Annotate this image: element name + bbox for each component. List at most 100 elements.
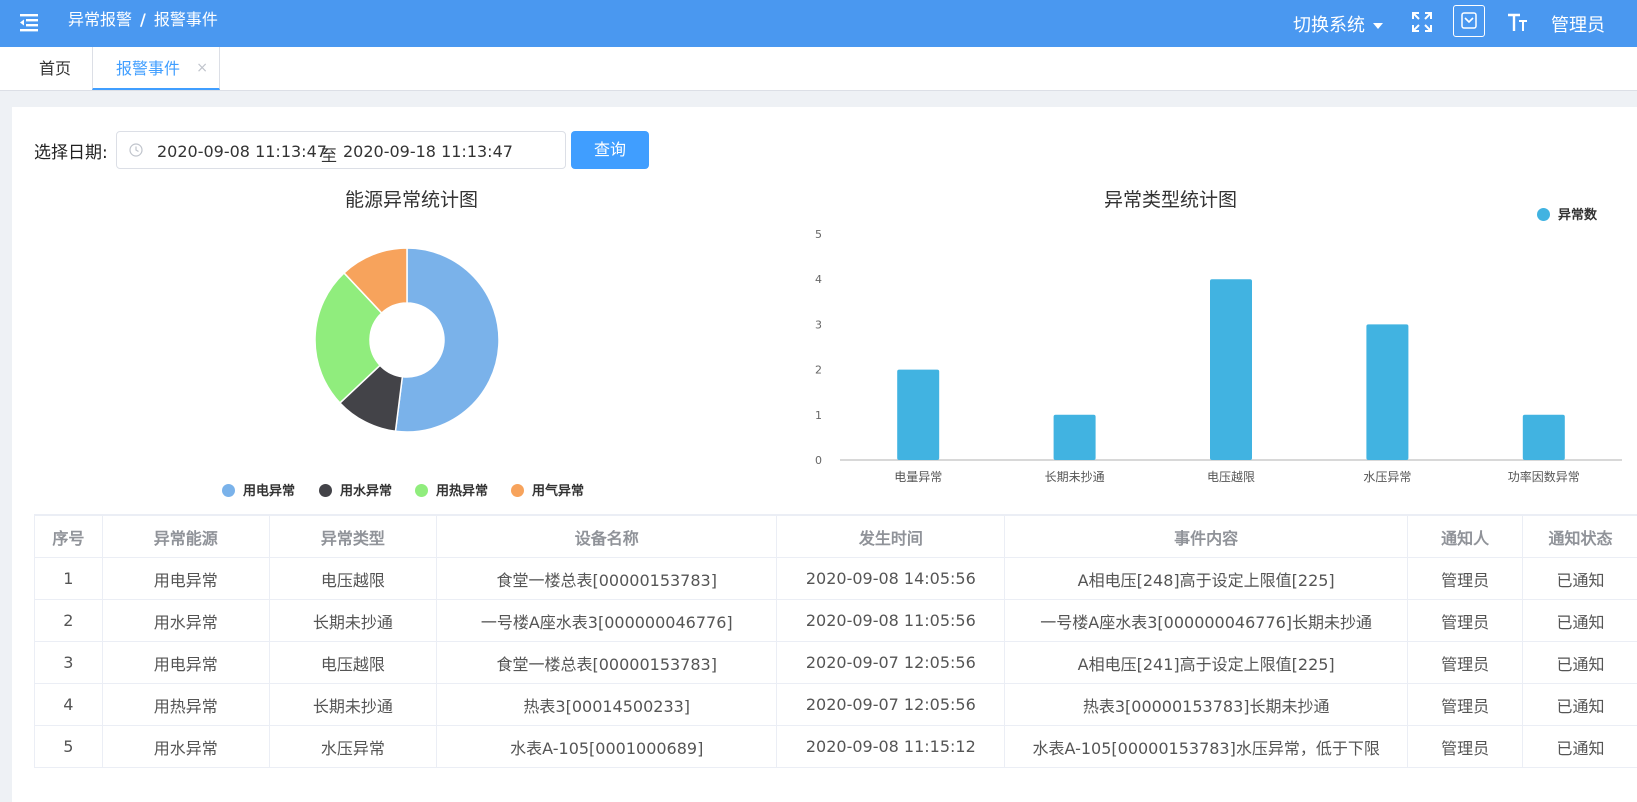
x-tick-label: 水压异常 (1363, 470, 1411, 484)
pie-legend-label: 用热异常 (436, 484, 489, 499)
table-row[interactable]: 4 用热异常 长期未抄通 热表3[00014500233] 2020-09-07 12:… (34, 683, 1637, 726)
table-header: 序号 异常能源 异常类型 设备名称 发生时间 事件内容 通知人 通知状态 (34, 515, 1637, 558)
table-cell: 用电异常 (101, 641, 270, 684)
pie-slice-0[interactable] (394, 247, 500, 433)
table-cell: 2020-09-07 12:05:56 (776, 683, 1006, 726)
table-row[interactable]: 2 用水异常 长期未抄通 一号楼A座水表3[000000046776] 2020-09-… (34, 599, 1637, 642)
column-header[interactable]: 异常能源 (101, 515, 270, 558)
date-range-picker[interactable]: 2020-09-08 11:13:47 至 2020-09-18 11:13:4… (116, 131, 566, 169)
legend-dot (1537, 208, 1550, 221)
date-range-separator: 至 (321, 146, 338, 165)
bar-2[interactable] (1210, 279, 1252, 460)
table-cell: 一号楼A座水表3[000000046776]长期未抄通 (1004, 599, 1409, 642)
legend-dot (415, 484, 428, 497)
pie-legend-item[interactable]: 用水异常 (319, 480, 392, 499)
font-size-icon[interactable] (1506, 11, 1528, 33)
legend-dot (319, 484, 332, 497)
column-header[interactable]: 通知人 (1407, 515, 1524, 558)
table-cell: 热表3[00000153783]长期未抄通 (1004, 683, 1409, 726)
bar-chart-title: 异常类型统计图 (1104, 189, 1238, 211)
x-tick-label: 长期未抄通 (1045, 470, 1105, 484)
tab-bar: 首页 报警事件 × (0, 47, 1637, 91)
table-cell: 管理员 (1407, 683, 1524, 726)
table-cell: 电压越限 (268, 641, 438, 684)
table-cell: 已通知 (1522, 599, 1637, 642)
bar-chart: 0 1 2 3 4 5 电量异常 长期未抄通 电压越限 水压异常 功率因数异常 (815, 228, 1622, 484)
breadcrumb: 异常报警 / 报警事件 (68, 10, 218, 30)
collapse-toggle-button[interactable] (1453, 5, 1485, 37)
column-header[interactable]: 序号 (34, 515, 103, 558)
close-icon[interactable]: × (196, 47, 208, 90)
pie-chart-title: 能源异常统计图 (345, 189, 479, 211)
table-cell: 2020-09-07 12:05:56 (776, 641, 1006, 684)
table-cell: 用水异常 (101, 599, 270, 642)
chevron-down-icon (1461, 12, 1477, 29)
table-cell: 长期未抄通 (268, 683, 438, 726)
y-tick-label: 3 (815, 318, 822, 331)
table-cell: 管理员 (1407, 557, 1524, 600)
table-cell: 管理员 (1407, 725, 1524, 768)
column-header[interactable]: 通知状态 (1522, 515, 1637, 558)
x-tick-label: 电量异常 (894, 470, 942, 484)
table-cell: 管理员 (1407, 599, 1524, 642)
tab-label: 报警事件 (116, 59, 181, 78)
table-row[interactable]: 3 用电异常 电压越限 食堂一楼总表[00000153783] 2020-09-07 1… (34, 641, 1637, 684)
menu-toggle-icon[interactable] (17, 10, 41, 34)
bar-4[interactable] (1522, 414, 1565, 460)
table-cell: 管理员 (1407, 641, 1524, 684)
table-cell: 2020-09-08 14:05:56 (776, 557, 1006, 600)
table-cell: 水表A-105[0001000689] (435, 725, 778, 768)
pie-legend-label: 用气异常 (532, 484, 585, 499)
table-body: 1 用电异常 电压越限 食堂一楼总表[00000153783] 2020-09-08 1… (34, 557, 1637, 768)
table-cell: 用热异常 (101, 683, 270, 726)
breadcrumb-item-parent[interactable]: 异常报警 (68, 10, 132, 29)
y-tick-label: 2 (815, 364, 822, 377)
table-cell: 1 (34, 557, 103, 600)
pie-legend-item[interactable]: 用气异常 (511, 480, 584, 499)
y-tick-label: 5 (815, 228, 822, 241)
query-button[interactable]: 查询 (571, 131, 649, 169)
column-header[interactable]: 发生时间 (776, 515, 1006, 558)
date-end-input[interactable]: 2020-09-18 11:13:47 (343, 142, 513, 161)
table-cell: 4 (34, 683, 103, 726)
column-header[interactable]: 异常类型 (268, 515, 438, 558)
table-cell: 一号楼A座水表3[000000046776] (435, 599, 778, 642)
tab-home[interactable]: 首页 (20, 47, 90, 90)
bar-legend[interactable]: 异常数 (1537, 204, 1597, 223)
bar-3[interactable] (1366, 324, 1409, 460)
x-tick-label: 电压越限 (1207, 470, 1255, 484)
user-menu[interactable]: 管理员 (1551, 11, 1605, 37)
pie-legend-item[interactable]: 用热异常 (415, 480, 488, 499)
y-tick-label: 4 (815, 273, 822, 286)
table-cell: 水压异常 (268, 725, 438, 768)
clock-icon (129, 143, 143, 157)
legend-dot (511, 484, 524, 497)
table-cell: 3 (34, 641, 103, 684)
table-cell: A相电压[241]高于设定上限值[225] (1004, 641, 1409, 684)
bar-legend-label: 异常数 (1558, 208, 1598, 223)
pie-legend-label: 用水异常 (340, 484, 393, 499)
pie-chart (314, 247, 500, 433)
date-start-input[interactable]: 2020-09-08 11:13:47 (157, 142, 327, 161)
table-cell: 用电异常 (101, 557, 270, 600)
pie-legend-item[interactable]: 用电异常 (222, 480, 295, 499)
table-cell: 已通知 (1522, 641, 1637, 684)
date-label: 选择日期: (34, 143, 108, 163)
table-row[interactable]: 1 用电异常 电压越限 食堂一楼总表[00000153783] 2020-09-08 1… (34, 557, 1637, 600)
bar-1[interactable] (1053, 414, 1096, 460)
column-header[interactable]: 事件内容 (1004, 515, 1409, 558)
top-bar: 异常报警 / 报警事件 切换系统 管理员 (0, 0, 1637, 47)
tab-alarm-events[interactable]: 报警事件 × (92, 47, 220, 90)
breadcrumb-separator: / (140, 10, 146, 29)
main-panel: 选择日期: 2020-09-08 11:13:47 至 2020-09-18 1… (12, 107, 1637, 802)
table-cell: 已通知 (1522, 683, 1637, 726)
system-switch-dropdown[interactable]: 切换系统 (1293, 11, 1383, 37)
table-cell: 电压越限 (268, 557, 438, 600)
bar-0[interactable] (897, 369, 940, 460)
table-row[interactable]: 5 用水异常 水压异常 水表A-105[0001000689] 2020-09-08 1… (34, 725, 1637, 768)
table-cell: 已通知 (1522, 725, 1637, 768)
fullscreen-icon[interactable] (1411, 11, 1433, 33)
table-cell: 2 (34, 599, 103, 642)
column-header[interactable]: 设备名称 (435, 515, 778, 558)
table-cell: 用水异常 (101, 725, 270, 768)
